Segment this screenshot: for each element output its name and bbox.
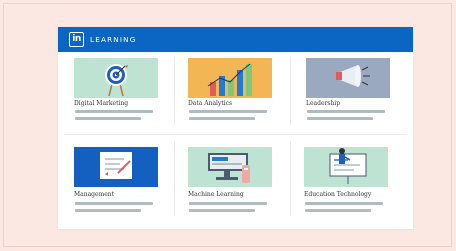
presentation-board-icon bbox=[100, 152, 132, 179]
course-thumbnail bbox=[74, 58, 158, 98]
course-title: Machine Learning bbox=[188, 191, 244, 198]
course-thumbnail bbox=[304, 147, 388, 187]
placeholder-line bbox=[307, 110, 385, 113]
course-card-data-analytics[interactable]: Data Analytics bbox=[174, 53, 286, 123]
linkedin-logo[interactable]: in bbox=[69, 32, 84, 47]
megaphone-icon bbox=[336, 65, 370, 87]
placeholder-line bbox=[75, 117, 141, 120]
placeholder-line bbox=[75, 209, 141, 212]
teacher-whiteboard-icon bbox=[329, 148, 367, 184]
placeholder-line bbox=[305, 209, 371, 212]
course-title: Data Analytics bbox=[188, 100, 233, 107]
learning-window: in LEARNING Digital Marketing Data Analy… bbox=[58, 27, 413, 229]
course-card-machine-learning[interactable]: Machine Learning bbox=[174, 140, 286, 212]
workstation-icon bbox=[208, 153, 250, 183]
course-title: Education Technology bbox=[304, 191, 372, 198]
course-card-digital-marketing[interactable]: Digital Marketing bbox=[58, 53, 170, 123]
target-icon bbox=[105, 64, 128, 97]
placeholder-line bbox=[189, 209, 255, 212]
placeholder-line bbox=[305, 202, 383, 205]
course-card-management[interactable]: Management bbox=[58, 140, 170, 212]
course-title: Digital Marketing bbox=[74, 100, 129, 107]
course-title: Leadership bbox=[306, 100, 341, 107]
placeholder-line bbox=[189, 110, 267, 113]
course-card-education-technology[interactable]: Education Technology bbox=[290, 140, 402, 212]
course-title: Management bbox=[74, 191, 115, 198]
placeholder-line bbox=[75, 110, 153, 113]
course-card-leadership[interactable]: Leadership bbox=[290, 53, 402, 123]
course-thumbnail bbox=[74, 147, 158, 187]
course-thumbnail bbox=[188, 58, 272, 98]
course-thumbnail bbox=[188, 147, 272, 187]
course-thumbnail bbox=[306, 58, 390, 98]
placeholder-line bbox=[189, 117, 255, 120]
brand-title: LEARNING bbox=[90, 35, 137, 44]
placeholder-line bbox=[189, 202, 267, 205]
bar-chart-icon bbox=[207, 63, 252, 96]
row-divider bbox=[64, 134, 407, 135]
header-bar: in LEARNING bbox=[58, 27, 413, 52]
placeholder-line bbox=[307, 117, 373, 120]
placeholder-line bbox=[75, 202, 153, 205]
